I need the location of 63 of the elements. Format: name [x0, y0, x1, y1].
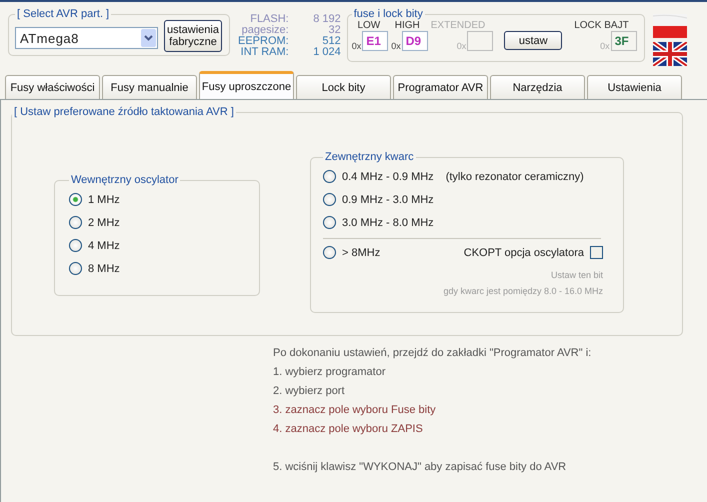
group-title: Zewnętrzny kwarc — [324, 151, 415, 163]
radio-button[interactable] — [323, 170, 336, 183]
hex-field[interactable]: D9 — [402, 31, 428, 51]
radio-button[interactable] — [69, 216, 82, 229]
option-label: 0.4 MHz - 0.9 MHz — [342, 170, 434, 182]
prefix-label: 0x — [600, 41, 610, 51]
checkbox[interactable] — [590, 246, 603, 259]
info-label: EEPROM: — [238, 36, 289, 47]
info-label: INT RAM: — [240, 47, 289, 58]
radio-button[interactable] — [323, 193, 336, 206]
tab[interactable]: Fusy uproszczone — [199, 71, 294, 99]
hex-field[interactable]: E1 — [362, 31, 388, 51]
option-label: 3.0 MHz - 8.0 MHz — [342, 216, 434, 228]
info-value: 8 192 — [312, 14, 341, 25]
hex-field[interactable]: 3F — [610, 31, 637, 51]
tab[interactable]: Programator AVR — [393, 75, 488, 99]
prefix-label: 0x — [456, 41, 466, 51]
factory-settings-button[interactable]: ustawienia fabryczne — [164, 20, 222, 52]
tab[interactable]: Ustawienia — [587, 75, 682, 99]
option-label: 2 MHz — [88, 216, 120, 228]
instruction-text: Po dokonaniu ustawień, przejdź do zakładki "Programator AVR" i: — [273, 346, 592, 361]
info-label: pagesize: — [240, 25, 289, 36]
group-title: [ Select AVR part. ] — [16, 8, 110, 20]
device-dropdown[interactable]: ATmega8 — [15, 27, 158, 49]
tab[interactable]: Fusy właściwości — [5, 75, 100, 99]
option-label: 4 MHz — [88, 240, 120, 252]
field-label: LOW — [357, 20, 382, 31]
flag-icon[interactable] — [652, 14, 687, 38]
field-label: LOCK BAJT — [574, 20, 630, 31]
group-title: [ Ustaw preferowane źródło taktowania AVR ] — [13, 106, 235, 118]
option-note: (tylko rezonator ceramiczny) — [446, 170, 584, 182]
flag-icon[interactable] — [652, 42, 687, 66]
checkbox-label: CKOPT opcja oscylatora — [464, 246, 584, 258]
field-label: HIGH — [394, 20, 421, 31]
group-title: Wewnętrzny oscylator — [70, 174, 180, 186]
hint-text: gdy kwarc jest pomiędzy 8.0 - 16.0 MHz — [442, 286, 603, 296]
info-label: FLASH: — [249, 14, 289, 25]
info-value: 1 024 — [312, 47, 341, 58]
tab[interactable]: Fusy manualnie — [102, 75, 197, 99]
tab[interactable]: Narzędzia — [490, 75, 585, 99]
field-label: EXTENDED — [430, 20, 486, 31]
prefix-label: 0x — [391, 41, 401, 51]
radio-button[interactable] — [69, 262, 82, 275]
tab[interactable]: Lock bity — [296, 75, 391, 99]
group-title: fuse i lock bity — [352, 8, 424, 20]
instruction-text: 3. zaznacz pole wyboru Fuse bity — [273, 403, 436, 418]
radio-button[interactable] — [69, 239, 82, 252]
info-value: 512 — [321, 36, 341, 47]
option-label: 1 MHz — [88, 194, 120, 206]
instruction-text: 2. wybierz port — [273, 384, 345, 399]
radio-button[interactable] — [69, 193, 82, 206]
radio-button[interactable] — [323, 216, 336, 229]
radio-button[interactable] — [323, 246, 336, 259]
option-label: 8 MHz — [88, 262, 120, 274]
set-button[interactable]: ustaw — [504, 31, 562, 50]
option-label: > 8MHz — [342, 246, 380, 258]
hint-text: Ustaw ten bit — [550, 270, 603, 280]
instruction-text: 1. wybierz programator — [273, 365, 386, 380]
instruction-text: 4. zaznacz pole wyboru ZAPIS — [273, 422, 423, 437]
instruction-text: 5. wciśnij klawisz "WYKONAJ" aby zapisać fuse bity do AVR — [273, 460, 566, 475]
prefix-label: 0x — [352, 41, 362, 51]
option-label: 0.9 MHz - 3.0 MHz — [342, 194, 434, 206]
info-value: 32 — [327, 25, 341, 36]
